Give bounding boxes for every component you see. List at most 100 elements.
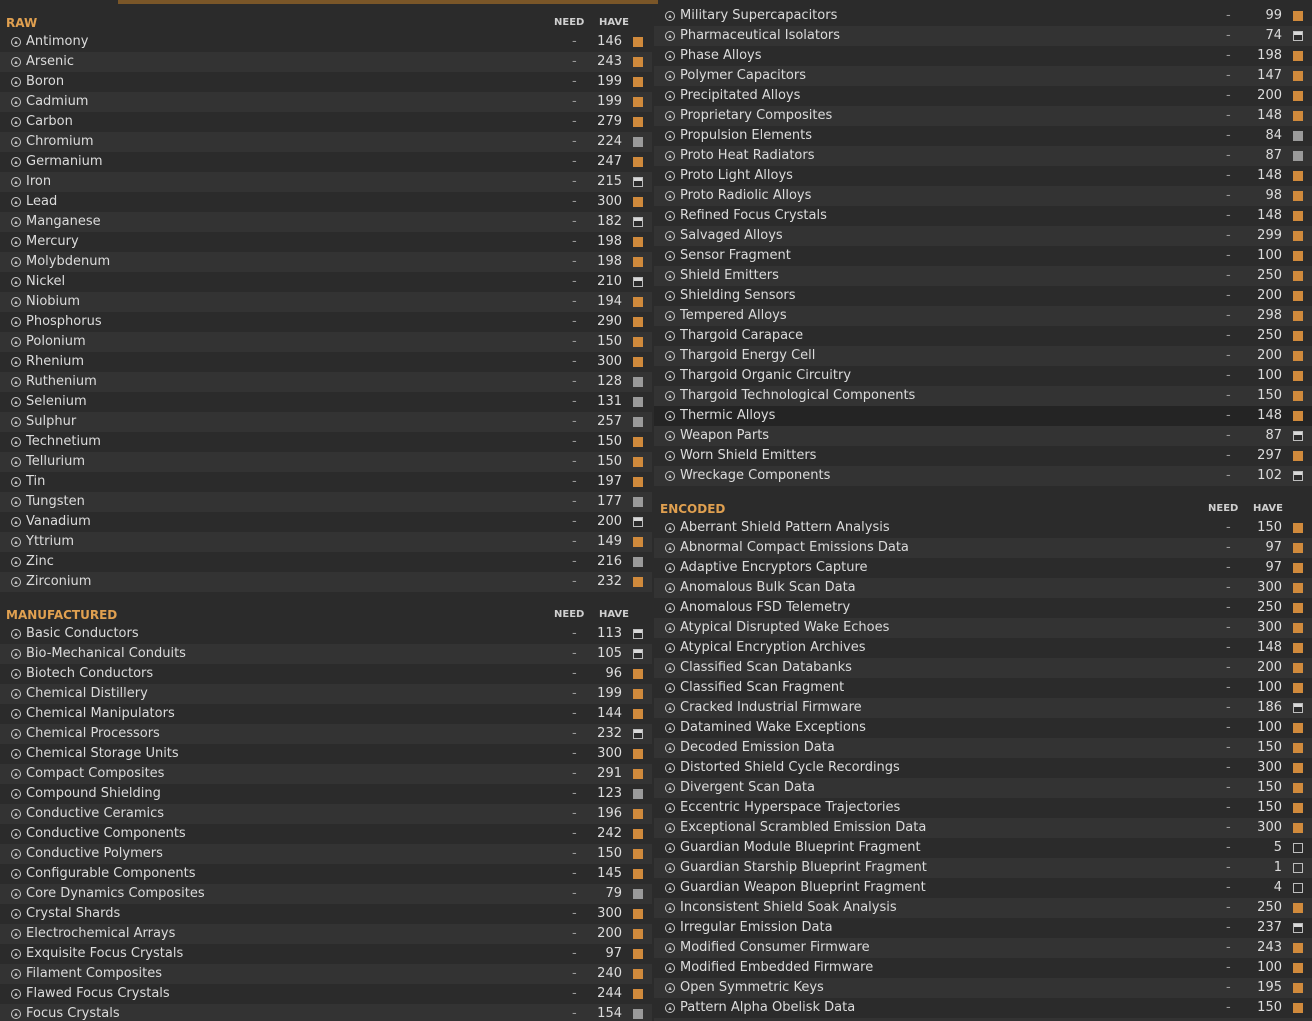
material-row[interactable]: ▴ Phase Alloys - 198 — [654, 46, 1312, 66]
material-grade-icon: ▴ — [11, 577, 21, 587]
material-row[interactable]: ▴ Arsenic -243 — [0, 52, 652, 72]
material-row[interactable]: ▴ Crystal Shards -300 — [0, 904, 652, 924]
material-row[interactable]: ▴ Conductive Ceramics -196 — [0, 804, 652, 824]
material-row[interactable]: ▴ Aberrant Shield Pattern Analysis - 150 — [654, 518, 1312, 538]
material-row[interactable]: ▴ Exceptional Scrambled Emission Data - 300 — [654, 818, 1312, 838]
material-row[interactable]: ▴ Decoded Emission Data - 150 — [654, 738, 1312, 758]
material-row[interactable]: ▴ Focus Crystals -154 — [0, 1004, 652, 1021]
material-row[interactable]: ▴ Basic Conductors -113 — [0, 624, 652, 644]
material-row[interactable]: ▴ Guardian Module Blueprint Fragment - 5 — [654, 838, 1312, 858]
material-row[interactable]: ▴ Filament Composites -240 — [0, 964, 652, 984]
material-row[interactable]: ▴ Inconsistent Shield Soak Analysis - 250 — [654, 898, 1312, 918]
material-row[interactable]: ▴ Ruthenium -128 — [0, 372, 652, 392]
material-row[interactable]: ▴ Abnormal Compact Emissions Data - 97 — [654, 538, 1312, 558]
material-row[interactable]: ▴ Thargoid Carapace - 250 — [654, 326, 1312, 346]
material-row[interactable]: ▴ Nickel -210 — [0, 272, 652, 292]
material-row[interactable]: ▴ Configurable Components -145 — [0, 864, 652, 884]
material-row[interactable]: ▴ Rhenium -300 — [0, 352, 652, 372]
material-row[interactable]: ▴ Selenium -131 — [0, 392, 652, 412]
material-row[interactable]: ▴ Core Dynamics Composites -79 — [0, 884, 652, 904]
material-row[interactable]: ▴ Cracked Industrial Firmware - 186 — [654, 698, 1312, 718]
material-row[interactable]: ▴ Propulsion Elements - 84 — [654, 126, 1312, 146]
material-row[interactable]: ▴ Exquisite Focus Crystals -97 — [0, 944, 652, 964]
material-row[interactable]: ▴ Carbon -279 — [0, 112, 652, 132]
material-row[interactable]: ▴ Proto Light Alloys - 148 — [654, 166, 1312, 186]
material-row[interactable]: ▴ Compound Shielding -123 — [0, 784, 652, 804]
material-row[interactable]: ▴ Bio-Mechanical Conduits -105 — [0, 644, 652, 664]
material-row[interactable]: ▴ Chemical Processors -232 — [0, 724, 652, 744]
material-row[interactable]: ▴ Chemical Storage Units -300 — [0, 744, 652, 764]
material-row[interactable]: ▴ Tellurium -150 — [0, 452, 652, 472]
material-row[interactable]: ▴ Atypical Encryption Archives - 148 — [654, 638, 1312, 658]
material-row[interactable]: ▴ Modified Consumer Firmware - 243 — [654, 938, 1312, 958]
material-row[interactable]: ▴ Datamined Wake Exceptions - 100 — [654, 718, 1312, 738]
material-row[interactable]: ▴ Refined Focus Crystals - 148 — [654, 206, 1312, 226]
material-row[interactable]: ▴ Eccentric Hyperspace Trajectories - 150 — [654, 798, 1312, 818]
material-row[interactable]: ▴ Tempered Alloys - 298 — [654, 306, 1312, 326]
material-row[interactable]: ▴ Germanium -247 — [0, 152, 652, 172]
material-row[interactable]: ▴ Shield Emitters - 250 — [654, 266, 1312, 286]
material-row[interactable]: ▴ Irregular Emission Data - 237 — [654, 918, 1312, 938]
material-row[interactable]: ▴ Chemical Manipulators -144 — [0, 704, 652, 724]
material-row[interactable]: ▴ Tungsten -177 — [0, 492, 652, 512]
material-row[interactable]: ▴ Boron -199 — [0, 72, 652, 92]
material-row[interactable]: ▴ Classified Scan Fragment - 100 — [654, 678, 1312, 698]
material-row[interactable]: ▴ Pattern Alpha Obelisk Data - 150 — [654, 998, 1312, 1018]
material-row[interactable]: ▴ Mercury -198 — [0, 232, 652, 252]
material-row[interactable]: ▴ Thermic Alloys - 148 — [654, 406, 1312, 426]
material-row[interactable]: ▴ Modified Embedded Firmware - 100 — [654, 958, 1312, 978]
material-row[interactable]: ▴ Atypical Disrupted Wake Echoes - 300 — [654, 618, 1312, 638]
material-row[interactable]: ▴ Manganese -182 — [0, 212, 652, 232]
material-row[interactable]: ▴ Zirconium -232 — [0, 572, 652, 592]
material-row[interactable]: ▴ Adaptive Encryptors Capture - 97 — [654, 558, 1312, 578]
material-row[interactable]: ▴ Phosphorus -290 — [0, 312, 652, 332]
material-row[interactable]: ▴ Thargoid Organic Circuitry - 100 — [654, 366, 1312, 386]
material-row[interactable]: ▴ Chemical Distillery -199 — [0, 684, 652, 704]
material-row[interactable]: ▴ Weapon Parts - 87 — [654, 426, 1312, 446]
material-row[interactable]: ▴ Shielding Sensors - 200 — [654, 286, 1312, 306]
material-row[interactable]: ▴ Thargoid Energy Cell - 200 — [654, 346, 1312, 366]
material-row[interactable]: ▴ Anomalous Bulk Scan Data - 300 — [654, 578, 1312, 598]
material-row[interactable]: ▴ Guardian Weapon Blueprint Fragment - 4 — [654, 878, 1312, 898]
material-row[interactable]: ▴ Cadmium -199 — [0, 92, 652, 112]
material-row[interactable]: ▴ Worn Shield Emitters - 297 — [654, 446, 1312, 466]
material-row[interactable]: ▴ Biotech Conductors -96 — [0, 664, 652, 684]
material-row[interactable]: ▴ Yttrium -149 — [0, 532, 652, 552]
material-row[interactable]: ▴ Thargoid Technological Components - 150 — [654, 386, 1312, 406]
material-row[interactable]: ▴ Sulphur -257 — [0, 412, 652, 432]
material-row[interactable]: ▴ Proto Heat Radiators - 87 — [654, 146, 1312, 166]
material-row[interactable]: ▴ Conductive Components -242 — [0, 824, 652, 844]
material-row[interactable]: ▴ Proprietary Composites - 148 — [654, 106, 1312, 126]
material-row[interactable]: ▴ Proto Radiolic Alloys - 98 — [654, 186, 1312, 206]
material-row[interactable]: ▴ Polymer Capacitors - 147 — [654, 66, 1312, 86]
material-row[interactable]: ▴ Flawed Focus Crystals -244 — [0, 984, 652, 1004]
material-row[interactable]: ▴ Open Symmetric Keys - 195 — [654, 978, 1312, 998]
material-row[interactable]: ▴ Classified Scan Databanks - 200 — [654, 658, 1312, 678]
material-row[interactable]: ▴ Chromium -224 — [0, 132, 652, 152]
material-row[interactable]: ▴ Technetium -150 — [0, 432, 652, 452]
material-row[interactable]: ▴ Antimony -146 — [0, 32, 652, 52]
material-row[interactable]: ▴ Wreckage Components - 102 — [654, 466, 1312, 486]
material-row[interactable]: ▴ Compact Composites -291 — [0, 764, 652, 784]
material-row[interactable]: ▴ Anomalous FSD Telemetry - 250 — [654, 598, 1312, 618]
material-row[interactable]: ▴ Molybdenum -198 — [0, 252, 652, 272]
material-row[interactable]: ▴ Tin -197 — [0, 472, 652, 492]
material-row[interactable]: ▴ Precipitated Alloys - 200 — [654, 86, 1312, 106]
material-row[interactable]: ▴ Guardian Starship Blueprint Fragment - 1 — [654, 858, 1312, 878]
material-row[interactable]: ▴ Zinc -216 — [0, 552, 652, 572]
material-grade-icon: ▴ — [665, 683, 675, 693]
material-have: 195 — [1257, 980, 1282, 995]
material-row[interactable]: ▴ Iron -215 — [0, 172, 652, 192]
material-row[interactable]: ▴ Divergent Scan Data - 150 — [654, 778, 1312, 798]
material-row[interactable]: ▴ Conductive Polymers -150 — [0, 844, 652, 864]
material-row[interactable]: ▴ Pharmaceutical Isolators - 74 — [654, 26, 1312, 46]
material-row[interactable]: ▴ Military Supercapacitors - 99 — [654, 6, 1312, 26]
material-row[interactable]: ▴ Sensor Fragment - 100 — [654, 246, 1312, 266]
material-row[interactable]: ▴ Polonium -150 — [0, 332, 652, 352]
material-row[interactable]: ▴ Distorted Shield Cycle Recordings - 300 — [654, 758, 1312, 778]
material-row[interactable]: ▴ Lead -300 — [0, 192, 652, 212]
material-row[interactable]: ▴ Vanadium -200 — [0, 512, 652, 532]
material-row[interactable]: ▴ Salvaged Alloys - 299 — [654, 226, 1312, 246]
material-row[interactable]: ▴ Niobium -194 — [0, 292, 652, 312]
material-row[interactable]: ▴ Electrochemical Arrays -200 — [0, 924, 652, 944]
